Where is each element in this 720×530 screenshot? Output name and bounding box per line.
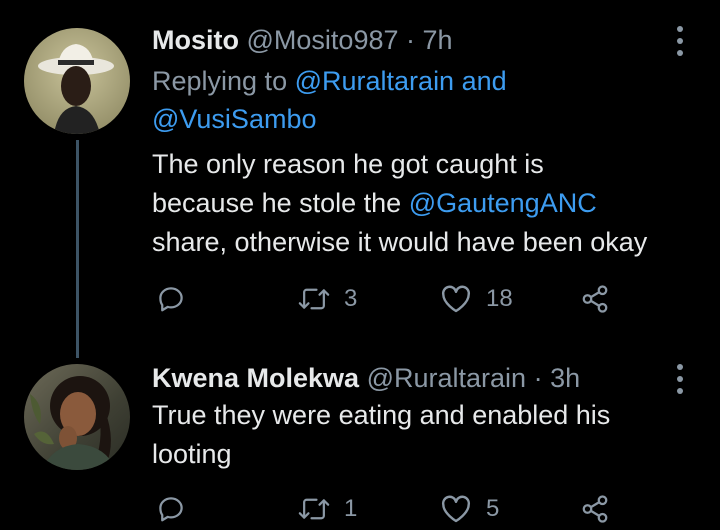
retweet-button[interactable]: 3 bbox=[298, 284, 357, 314]
reply-button[interactable] bbox=[156, 494, 186, 524]
like-icon bbox=[441, 285, 471, 313]
like-button[interactable]: 5 bbox=[440, 494, 499, 524]
timestamp[interactable]: 3h bbox=[550, 363, 580, 393]
separator-dot: · bbox=[533, 363, 543, 393]
author-name[interactable]: Kwena Molekwa bbox=[152, 363, 359, 393]
tweet-actions: 1 5 bbox=[152, 490, 672, 530]
reply-button[interactable] bbox=[156, 284, 186, 314]
tweet-text-line-3: share, otherwise it would have been okay bbox=[152, 227, 648, 257]
like-count: 18 bbox=[486, 285, 513, 312]
author-name[interactable]: Mosito bbox=[152, 25, 239, 55]
share-icon bbox=[582, 285, 608, 313]
tweet-text: True they were eating and enabled his lo… bbox=[152, 396, 712, 474]
like-count: 5 bbox=[486, 495, 500, 522]
tweet-text-line-1: The only reason he got caught is bbox=[152, 149, 544, 179]
author-handle[interactable]: @Mosito987 bbox=[247, 25, 399, 55]
tweet-text-line-2: looting bbox=[152, 439, 232, 469]
retweet-icon bbox=[298, 288, 330, 310]
tweet-mosito[interactable]: Mosito @Mosito987 · 7h Replying to @Rura… bbox=[0, 0, 720, 350]
retweet-count: 1 bbox=[344, 495, 358, 522]
more-options-icon[interactable] bbox=[674, 26, 686, 56]
more-options-icon[interactable] bbox=[674, 364, 686, 394]
retweet-button[interactable]: 1 bbox=[298, 494, 357, 524]
share-button[interactable] bbox=[580, 284, 610, 314]
replying-mention-vusisambo[interactable]: @VusiSambo bbox=[152, 104, 316, 134]
replying-and[interactable]: and bbox=[462, 66, 507, 96]
tweet-header: Mosito @Mosito987 · 7h bbox=[152, 24, 453, 56]
share-icon bbox=[582, 495, 608, 523]
like-button[interactable]: 18 bbox=[440, 284, 513, 314]
separator-dot: · bbox=[406, 25, 416, 55]
like-icon bbox=[441, 495, 471, 523]
retweet-icon bbox=[298, 498, 330, 520]
mention-gautenganc[interactable]: @GautengANC bbox=[409, 188, 597, 218]
share-button[interactable] bbox=[580, 494, 610, 524]
tweet-header: Kwena Molekwa @Ruraltarain · 3h bbox=[152, 362, 580, 394]
reply-icon bbox=[159, 497, 183, 522]
retweet-count: 3 bbox=[344, 285, 358, 312]
timestamp[interactable]: 7h bbox=[423, 25, 453, 55]
replying-to-label: Replying to bbox=[152, 66, 288, 96]
tweet-text-line-1: True they were eating and enabled his bbox=[152, 400, 611, 430]
tweet-text-line-2: because he stole the bbox=[152, 188, 402, 218]
tweet-kwena-molekwa[interactable]: Kwena Molekwa @Ruraltarain · 3h True the… bbox=[0, 350, 720, 523]
reply-icon bbox=[159, 287, 183, 312]
avatar[interactable] bbox=[24, 28, 130, 134]
replying-to: Replying to @Ruraltarain and @VusiSambo bbox=[152, 62, 672, 138]
replying-mention-ruraltarain[interactable]: @Ruraltarain bbox=[295, 66, 454, 96]
tweet-actions: 3 18 bbox=[152, 280, 672, 320]
tweet-text: The only reason he got caught is because… bbox=[152, 145, 712, 262]
author-handle[interactable]: @Ruraltarain bbox=[367, 363, 526, 393]
avatar[interactable] bbox=[24, 364, 130, 470]
